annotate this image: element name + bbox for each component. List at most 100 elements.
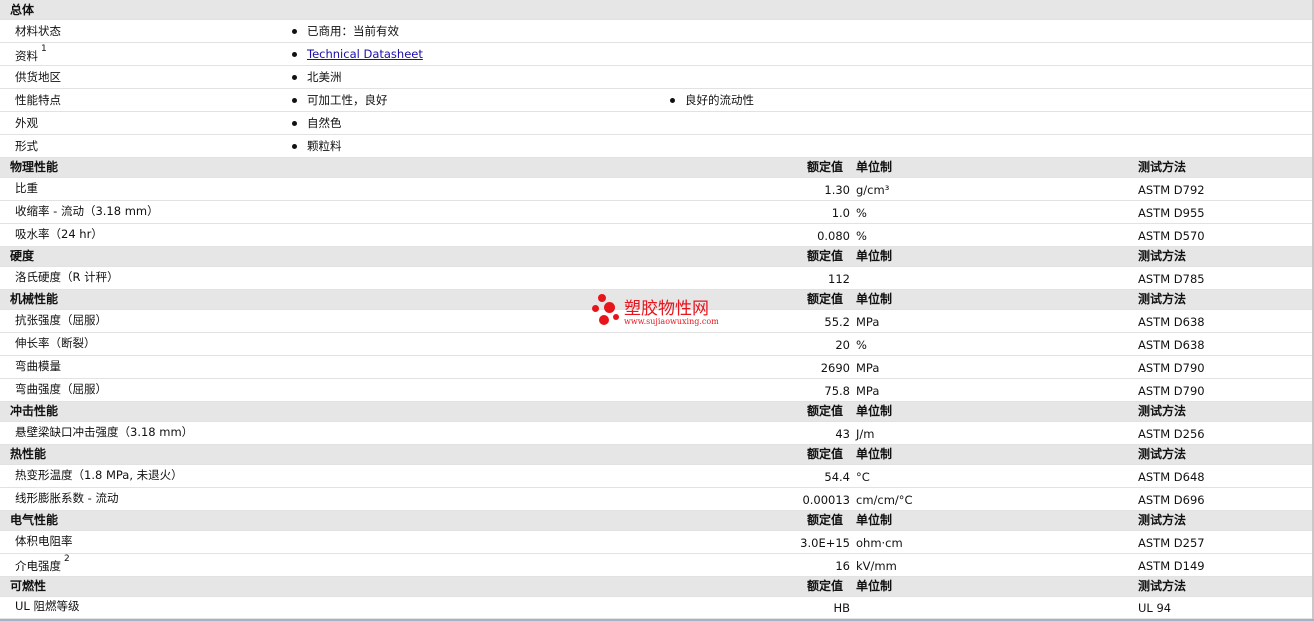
property-method: UL 94: [1138, 601, 1172, 615]
property-method: ASTM D570: [1138, 229, 1205, 243]
property-label: 线形膨胀系数 - 流动: [15, 491, 119, 505]
property-label: 吸水率（24 hr）: [15, 227, 103, 241]
section-title: 总体: [10, 3, 35, 17]
section-header-hardness: 硬度 额定值 单位制 测试方法: [0, 247, 1314, 267]
section-title: 硬度: [10, 249, 35, 263]
row-label: 资料 1: [15, 44, 47, 63]
col-header-value: 额定值: [807, 513, 844, 527]
property-label: 弯曲模量: [15, 359, 61, 373]
property-label: 介电强度 2: [15, 554, 70, 573]
row-item: 已商用：当前有效: [307, 24, 399, 38]
property-value: 112: [828, 272, 850, 286]
property-label: 比重: [15, 181, 38, 195]
property-value: 1.30: [824, 183, 850, 197]
row-label: 外观: [15, 116, 38, 130]
property-label: 收缩率 - 流动（3.18 mm）: [15, 204, 159, 218]
col-header-method: 测试方法: [1138, 513, 1187, 527]
general-row: 性能特点 可加工性，良好 良好的流动性: [0, 89, 1314, 112]
property-method: ASTM D955: [1138, 206, 1205, 220]
row-label: 材料状态: [15, 24, 61, 38]
property-method: ASTM D790: [1138, 384, 1205, 398]
col-header-method: 测试方法: [1138, 579, 1187, 593]
property-value: 55.2: [824, 315, 850, 329]
col-header-value: 额定值: [807, 404, 844, 418]
logo-dot-icon: [613, 314, 619, 320]
property-unit: %: [856, 229, 867, 243]
property-value: 75.8: [824, 384, 850, 398]
property-row: 线形膨胀系数 - 流动 0.00013 cm/cm/°C ASTM D696: [0, 488, 1314, 511]
property-unit: MPa: [856, 384, 880, 398]
bullet-icon: [292, 144, 297, 149]
logo-dot-icon: [592, 305, 599, 312]
col-header-method: 测试方法: [1138, 404, 1187, 418]
property-value: 3.0E+15: [800, 536, 850, 550]
property-unit: kV/mm: [856, 559, 897, 573]
row-item: 可加工性，良好: [307, 93, 388, 107]
col-header-method: 测试方法: [1138, 447, 1187, 461]
footnote-marker: 1: [41, 44, 47, 54]
general-row: 供货地区 北美洲: [0, 66, 1314, 89]
property-method: ASTM D257: [1138, 536, 1205, 550]
property-method: ASTM D256: [1138, 427, 1205, 441]
datasheet-table: 总体 材料状态 已商用：当前有效 资料 1 Technical Datasheet…: [0, 0, 1314, 621]
property-row: 洛氏硬度（R 计秤） 112 ASTM D785: [0, 267, 1314, 290]
section-header-thermal: 热性能 额定值 单位制 测试方法: [0, 445, 1314, 465]
bullet-icon: [292, 98, 297, 103]
property-label: 悬壁梁缺口冲击强度（3.18 mm）: [15, 425, 194, 439]
property-label: 洛氏硬度（R 计秤）: [15, 270, 119, 284]
property-value: HB: [833, 601, 850, 615]
row-label: 性能特点: [15, 93, 61, 107]
property-label: 抗张强度（屈服）: [15, 313, 107, 327]
bullet-icon: [670, 98, 675, 103]
property-unit: g/cm³: [856, 183, 890, 197]
col-header-unit: 单位制: [856, 249, 893, 263]
bullet-icon: [292, 121, 297, 126]
row-label: 形式: [15, 139, 38, 153]
bullet-icon: [292, 29, 297, 34]
logo-dot-icon: [604, 302, 615, 313]
logo-dot-icon: [598, 294, 606, 302]
property-row: 弯曲强度（屈服） 75.8 MPa ASTM D790: [0, 379, 1314, 402]
col-header-value: 额定值: [807, 249, 844, 263]
general-row: 形式 颗粒料: [0, 135, 1314, 158]
general-row: 资料 1 Technical Datasheet: [0, 43, 1314, 66]
col-header-method: 测试方法: [1138, 249, 1187, 263]
section-title: 电气性能: [10, 513, 59, 527]
property-row: 比重 1.30 g/cm³ ASTM D792: [0, 178, 1314, 201]
property-label: 体积电阻率: [15, 534, 73, 548]
section-title: 机械性能: [10, 292, 59, 306]
technical-datasheet-link[interactable]: Technical Datasheet: [307, 48, 423, 61]
row-label: 供货地区: [15, 70, 61, 84]
property-label: 伸长率（断裂）: [15, 336, 96, 350]
section-title: 热性能: [10, 447, 47, 461]
property-label: 热变形温度（1.8 MPa, 未退火）: [15, 468, 183, 482]
property-row: 收缩率 - 流动（3.18 mm） 1.0 % ASTM D955: [0, 201, 1314, 224]
property-unit: cm/cm/°C: [856, 493, 913, 507]
bullet-icon: [292, 52, 297, 57]
property-method: ASTM D648: [1138, 470, 1205, 484]
property-method: ASTM D792: [1138, 183, 1205, 197]
property-method: ASTM D638: [1138, 315, 1205, 329]
footnote-marker: 2: [64, 554, 70, 564]
bullet-icon: [292, 75, 297, 80]
property-label: 弯曲强度（屈服）: [15, 382, 107, 396]
property-method: ASTM D790: [1138, 361, 1205, 375]
general-row: 材料状态 已商用：当前有效: [0, 20, 1314, 43]
property-unit: %: [856, 338, 867, 352]
section-title: 物理性能: [10, 160, 59, 174]
col-header-value: 额定值: [807, 292, 844, 306]
property-unit: %: [856, 206, 867, 220]
property-value: 0.080: [817, 229, 850, 243]
general-row: 外观 自然色: [0, 112, 1314, 135]
row-item: 北美洲: [307, 70, 342, 84]
property-row: 弯曲模量 2690 MPa ASTM D790: [0, 356, 1314, 379]
col-header-value: 额定值: [807, 447, 844, 461]
col-header-unit: 单位制: [856, 447, 893, 461]
section-header-impact: 冲击性能 额定值 单位制 测试方法: [0, 402, 1314, 422]
property-unit: °C: [856, 470, 870, 484]
property-method: ASTM D696: [1138, 493, 1205, 507]
property-unit: ohm·cm: [856, 536, 903, 550]
property-method: ASTM D638: [1138, 338, 1205, 352]
property-value: 20: [835, 338, 850, 352]
col-header-unit: 单位制: [856, 513, 893, 527]
